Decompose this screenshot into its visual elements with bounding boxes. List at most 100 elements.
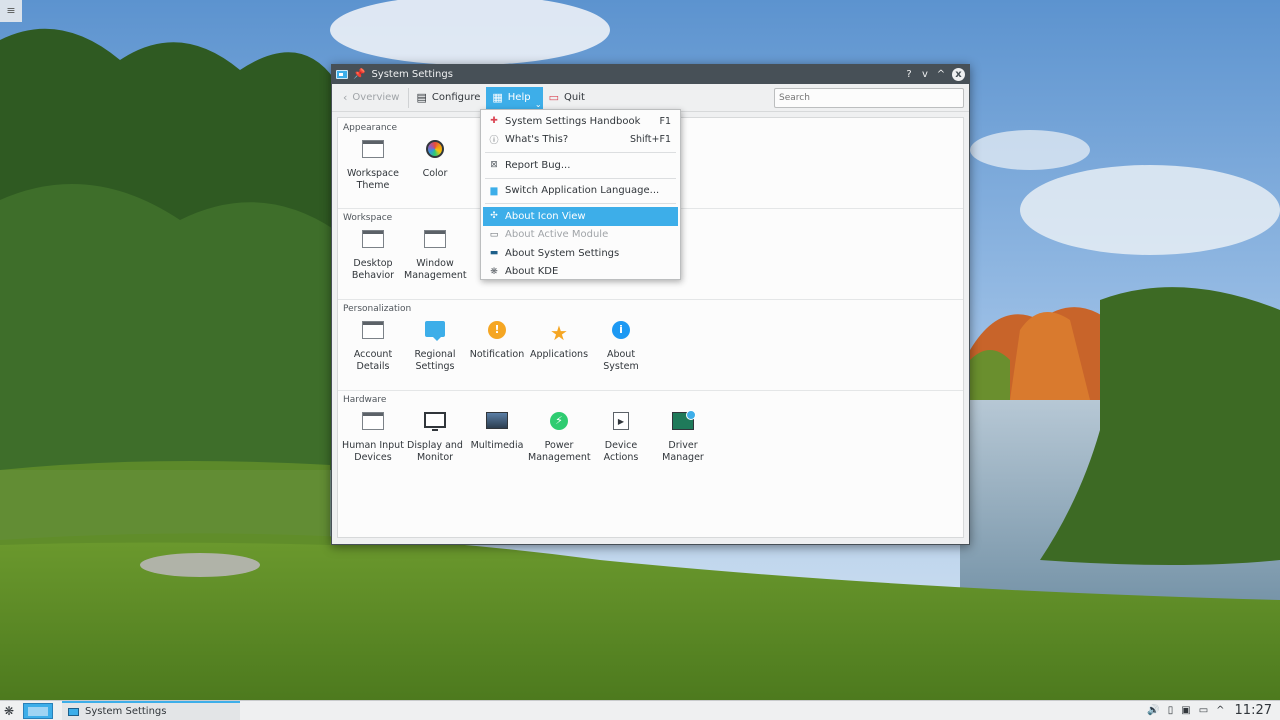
pin-icon[interactable]: 📌	[353, 69, 365, 80]
module-applications[interactable]: ★ Applications	[528, 315, 590, 373]
maximize-button[interactable]: ^	[934, 69, 948, 80]
module-driver-manager[interactable]: Driver Manager	[652, 406, 714, 464]
exclamation-icon: !	[488, 321, 506, 339]
clipboard-icon[interactable]: ▯	[1168, 705, 1174, 716]
quit-icon: ▭	[548, 91, 559, 104]
back-arrow-icon: ‹	[343, 91, 348, 104]
menu-item-report-bug[interactable]: ⊠ Report Bug...	[483, 156, 678, 175]
module-label: Power Management	[528, 440, 591, 463]
configure-button[interactable]: ▤ Configure	[411, 87, 487, 109]
module-label: Multimedia	[470, 440, 524, 451]
module-window-management[interactable]: Window Management	[404, 224, 467, 282]
menu-separator	[485, 177, 676, 179]
multimedia-icon	[486, 412, 508, 429]
window-titlebar[interactable]: 📌 System Settings ? v ^ x	[332, 65, 969, 84]
star-icon: ★	[550, 321, 568, 345]
module-color[interactable]: Color	[404, 134, 466, 192]
module-label: Device Actions	[603, 440, 639, 463]
taskbar: ❋ System Settings 🔊 ▯ ▣ ▭ ^ 11:27	[0, 700, 1280, 720]
application-launcher-icon[interactable]: ❋	[0, 704, 18, 718]
minimize-button[interactable]: v	[918, 69, 932, 80]
task-label: System Settings	[85, 706, 167, 717]
removable-devices-icon[interactable]: ▣	[1181, 705, 1190, 716]
menu-item-handbook[interactable]: ✚ System Settings Handbook F1	[483, 112, 678, 131]
module-label: Human Input Devices	[342, 440, 404, 463]
menu-item-about-system-settings[interactable]: ▬ About System Settings	[483, 244, 678, 263]
network-icon[interactable]: ▭	[1199, 705, 1208, 716]
keyboard-icon	[362, 412, 384, 430]
power-icon: ⚡	[550, 412, 568, 430]
module-display-monitor[interactable]: Display and Monitor	[404, 406, 466, 464]
module-account-details[interactable]: Account Details	[342, 315, 404, 373]
monitor-icon	[424, 412, 446, 431]
chevron-down-icon: ⌄	[534, 99, 542, 109]
menu-item-switch-language[interactable]: ▆ Switch Application Language...	[483, 182, 678, 201]
module-regional-settings[interactable]: Regional Settings	[404, 315, 466, 373]
module-label: Notification	[469, 349, 525, 360]
desktop-toolbox-button[interactable]: ≡	[0, 0, 22, 22]
menu-item-whats-this[interactable]: ⓘ What's This? Shift+F1	[483, 131, 678, 150]
menu-item-about-icon-view[interactable]: ✣ About Icon View	[483, 207, 678, 226]
system-tray: 🔊 ▯ ▣ ▭ ^ 11:27	[1139, 703, 1280, 718]
system-settings-app-icon[interactable]	[336, 70, 348, 79]
overview-label: Overview	[352, 92, 400, 103]
help-grid-icon: ▦	[492, 91, 503, 104]
virtual-desktop-pager[interactable]	[23, 702, 53, 719]
quit-label: Quit	[564, 92, 585, 103]
driver-icon	[672, 410, 696, 430]
module-desktop-behavior[interactable]: Desktop Behavior	[342, 224, 404, 282]
close-button[interactable]: x	[952, 68, 965, 81]
expand-tray-icon[interactable]: ^	[1216, 705, 1224, 716]
module-workspace-theme[interactable]: Workspace Theme	[342, 134, 404, 192]
help-button[interactable]: ▦ Help ⌄	[486, 86, 543, 109]
category-personalization: Personalization Account Details Regional…	[338, 299, 963, 390]
module-power-management[interactable]: ⚡ Power Management	[528, 406, 591, 464]
overview-button[interactable]: ‹ Overview	[337, 87, 406, 109]
module-about-system[interactable]: i About System	[590, 315, 652, 373]
clock[interactable]: 11:27	[1235, 703, 1272, 718]
system-settings-icon: ▬	[489, 248, 499, 259]
module-label: Display and Monitor	[407, 440, 463, 463]
menu-item-about-active-module[interactable]: ▭ About Active Module	[483, 226, 678, 245]
menu-separator	[485, 152, 676, 153]
help-menu: ✚ System Settings Handbook F1 ⓘ What's T…	[480, 109, 681, 280]
window-icon	[362, 230, 384, 248]
window-title: System Settings	[371, 69, 453, 80]
window-icon	[362, 140, 384, 158]
task-system-settings[interactable]: System Settings	[62, 701, 240, 720]
module-icon: ▭	[489, 229, 499, 240]
context-help-button[interactable]: ?	[902, 69, 916, 80]
device-icon: ▶	[613, 412, 629, 430]
info-circle-icon: ⓘ	[489, 136, 499, 147]
hamburger-icon: ≡	[6, 4, 16, 17]
module-label: Account Details	[353, 349, 393, 372]
system-settings-task-icon	[68, 707, 79, 716]
module-notification[interactable]: ! Notification	[466, 315, 528, 373]
module-human-input-devices[interactable]: Human Input Devices	[342, 406, 404, 464]
configure-icon: ▤	[416, 91, 427, 104]
module-label: Window Management	[404, 258, 467, 281]
module-label: Regional Settings	[414, 349, 456, 372]
kde-icon: ❋	[490, 266, 498, 277]
search-input[interactable]	[774, 87, 964, 108]
window-icon	[362, 321, 384, 339]
category-title: Hardware	[343, 395, 387, 405]
toolbar-separator	[407, 87, 409, 108]
help-label: Help	[507, 92, 531, 103]
module-label: Workspace Theme	[347, 168, 399, 191]
main-toolbar: ‹ Overview ▤ Configure ▦ Help ⌄ ▭ Quit	[332, 84, 969, 112]
module-label: Desktop Behavior	[351, 258, 395, 281]
volume-icon[interactable]: 🔊	[1147, 705, 1159, 716]
handbook-icon: ✚	[490, 116, 498, 127]
speech-bubble-icon	[425, 321, 445, 341]
module-label: Driver Manager	[662, 440, 704, 463]
color-wheel-icon	[426, 140, 444, 158]
module-label: About System	[603, 349, 639, 372]
module-multimedia[interactable]: Multimedia	[466, 406, 528, 464]
module-label: Applications	[529, 349, 589, 360]
menu-item-about-kde[interactable]: ❋ About KDE	[483, 263, 678, 282]
menu-separator	[485, 203, 676, 204]
module-device-actions[interactable]: ▶ Device Actions	[590, 406, 652, 464]
quit-button[interactable]: ▭ Quit	[543, 87, 591, 109]
info-icon: i	[612, 321, 630, 339]
